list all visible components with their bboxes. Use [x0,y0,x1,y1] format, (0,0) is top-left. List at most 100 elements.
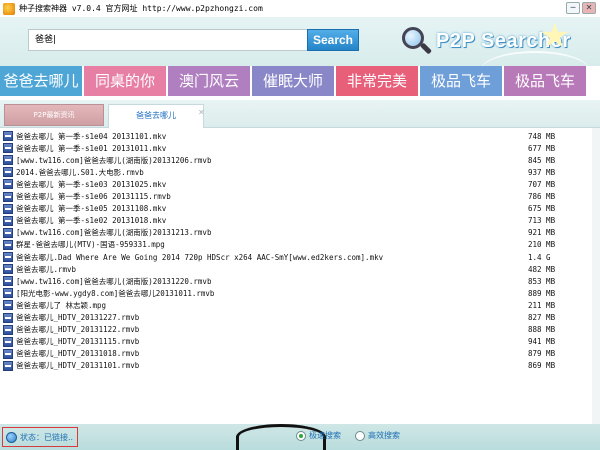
magnifier-icon [400,26,433,56]
file-size: 921 MB [528,228,556,238]
radio-fast-search[interactable] [296,430,306,441]
search-input[interactable]: 爸爸| [28,29,308,51]
tab-close-icon[interactable]: ✕ [198,108,205,117]
file-name: 爸爸去哪儿.rmvb [16,264,77,274]
video-file-icon [3,288,13,299]
video-file-icon [3,143,13,154]
file-size: 210 MB [528,240,556,250]
file-name: [阳光电影-www.ygdy8.com]爸爸去哪儿20131011.rmvb [16,288,215,298]
file-size: 941 MB [528,337,556,347]
file-name: 2014.爸爸去哪儿.S01.大电影.rmvb [16,167,144,177]
table-row[interactable]: 群星-爸爸去哪儿(MTV)-国语-959331.mpg 210 MB [0,239,600,251]
radio-fast-label: 极速搜索 [309,431,341,440]
file-name: 爸爸去哪儿了 林志颖.mpg [16,300,107,310]
table-row[interactable]: 爸爸去哪儿了 林志颖.mpg 211 MB [0,299,600,311]
file-size: 937 MB [528,167,556,177]
search-mode-group: 极速搜索 高效搜索 [296,430,414,441]
file-size: 786 MB [528,192,556,201]
file-name: [www.tw116.com]爸爸去哪儿(湖南版)20131213.rmvb [16,228,212,238]
video-file-icon [3,276,13,287]
video-file-icon [3,167,13,178]
table-row[interactable]: 2014.爸爸去哪儿.S01.大电影.rmvb 937 MB [0,166,600,178]
video-file-icon [3,155,13,166]
video-file-icon [3,239,13,250]
table-row[interactable]: 爸爸去哪儿.Dad Where Are We Going 2014 720p H… [0,251,600,263]
table-row[interactable]: 爸爸去哪儿.rmvb 482 MB [0,263,600,275]
file-name: 爸爸去哪儿_HDTV_20131115.rmvb [16,337,140,347]
file-size: 482 MB [528,264,556,274]
table-row[interactable]: 爸爸去哪儿_HDTV_20131227.rmvb 827 MB [0,312,600,324]
globe-icon [6,431,17,443]
tab-search-results[interactable]: 爸爸去哪儿 [108,104,204,128]
result-list: 爸爸去哪儿 第一季-s1e04 20131101.mkv 748 MB 爸爸去哪儿 … [0,128,600,424]
table-row[interactable]: 爸爸去哪儿 第一季-s1e04 20131101.mkv 748 MB [0,130,600,142]
window-title: 种子搜索神器 v7.0.4 官方网址 http://www.p2pzhongzi… [19,4,263,13]
file-name: 群星-爸爸去哪儿(MTV)-国语-959331.mpg [16,240,165,250]
search-header: 爸爸| Search P2P Searcher ★ [0,17,600,68]
table-row[interactable]: 爸爸去哪儿 第一季-s1e03 20131025.mkv 707 MB [0,178,600,190]
table-row[interactable]: 爸爸去哪儿 第一季-s1e06 20131115.rmvb 786 MB [0,191,600,203]
table-row[interactable]: [www.tw116.com]爸爸去哪儿(湖南版)20131220.rmvb 85… [0,275,600,287]
table-row[interactable]: 爸爸去哪儿_HDTV_20131018.rmvb 879 MB [0,348,600,360]
video-file-icon [3,360,13,371]
table-row[interactable]: [阳光电影-www.ygdy8.com]爸爸去哪儿20131011.rmvb 88… [0,287,600,299]
file-size: 677 MB [528,143,556,153]
star-icon: ★ [539,17,570,56]
video-file-icon [3,179,13,190]
file-size: 827 MB [528,313,556,322]
table-row[interactable]: 爸爸去哪儿_HDTV_20131122.rmvb 888 MB [0,324,600,336]
file-size: 713 MB [528,216,556,226]
file-name: 爸爸去哪儿 第一季-s1e03 20131025.mkv [16,179,167,189]
table-row[interactable]: 爸爸去哪儿_HDTV_20131101.rmvb 869 MB [0,360,600,372]
tab-bar: P2P最新资讯 爸爸去哪儿 ✕ [0,100,600,128]
file-name: 爸爸去哪儿 第一季-s1e05 20131108.mkv [16,204,167,214]
file-size: 211 MB [528,300,556,310]
app-icon [3,2,15,15]
video-file-icon [3,131,13,141]
video-file-icon [3,203,13,214]
table-row[interactable]: 爸爸去哪儿 第一季-s1e01 20131011.mkv 677 MB [0,142,600,154]
keyword-button[interactable]: 催眠大师 [252,66,334,96]
connection-status: 状态：已链接.. [2,427,78,447]
video-file-icon [3,227,13,238]
file-name: [www.tw116.com]爸爸去哪儿(湖南版)20131206.rmvb [16,155,212,165]
keyword-button[interactable]: 非常完美 [336,66,418,96]
minimize-button[interactable]: ─ [566,2,580,14]
close-button[interactable]: ✕ [582,2,596,14]
file-name: 爸爸去哪儿 第一季-s1e02 20131018.mkv [16,216,167,226]
keyword-button[interactable]: 极品飞车 [420,66,502,96]
title-bar: 种子搜索神器 v7.0.4 官方网址 http://www.p2pzhongzi… [0,0,600,17]
table-row[interactable]: 爸爸去哪儿 第一季-s1e02 20131018.mkv 713 MB [0,215,600,227]
file-name: 爸爸去哪儿_HDTV_20131227.rmvb [16,313,140,322]
file-size: 1.4 G [528,252,551,262]
table-row[interactable]: [www.tw116.com]爸爸去哪儿(湖南版)20131206.rmvb 84… [0,154,600,166]
video-file-icon [3,312,13,323]
file-size: 748 MB [528,131,556,141]
table-row[interactable]: 爸爸去哪儿 第一季-s1e05 20131108.mkv 675 MB [0,203,600,215]
keyword-button[interactable]: 澳门风云 [168,66,250,96]
tab-p2p-news[interactable]: P2P最新资讯 [4,104,104,126]
status-bar: 状态：已链接.. 极速搜索 高效搜索 [0,424,600,450]
window-controls: ─ ✕ [566,2,596,14]
file-size: 869 MB [528,361,556,371]
radio-efficient-search[interactable] [355,430,365,441]
keyword-button[interactable]: 同桌的你 [84,66,166,96]
file-size: 845 MB [528,155,556,165]
file-name: 爸爸去哪儿.Dad Where Are We Going 2014 720p H… [16,252,384,262]
file-size: 853 MB [528,276,556,286]
file-size: 889 MB [528,288,556,298]
file-name: 爸爸去哪儿 第一季-s1e06 20131115.rmvb [16,192,171,201]
file-name: 爸爸去哪儿 第一季-s1e01 20131011.mkv [16,143,167,153]
keyword-button[interactable]: 极品飞车 [504,66,586,96]
video-file-icon [3,324,13,335]
table-row[interactable]: [www.tw116.com]爸爸去哪儿(湖南版)20131213.rmvb 92… [0,227,600,239]
video-file-icon [3,191,13,202]
file-name: 爸爸去哪儿_HDTV_20131101.rmvb [16,361,140,371]
keyword-button[interactable]: 爸爸去哪儿 [0,66,82,96]
video-file-icon [3,300,13,311]
radio-efficient-label: 高效搜索 [368,431,400,440]
file-size: 707 MB [528,179,556,189]
search-button[interactable]: Search [307,29,359,51]
table-row[interactable]: 爸爸去哪儿_HDTV_20131115.rmvb 941 MB [0,336,600,348]
file-name: 爸爸去哪儿 第一季-s1e04 20131101.mkv [16,131,167,141]
